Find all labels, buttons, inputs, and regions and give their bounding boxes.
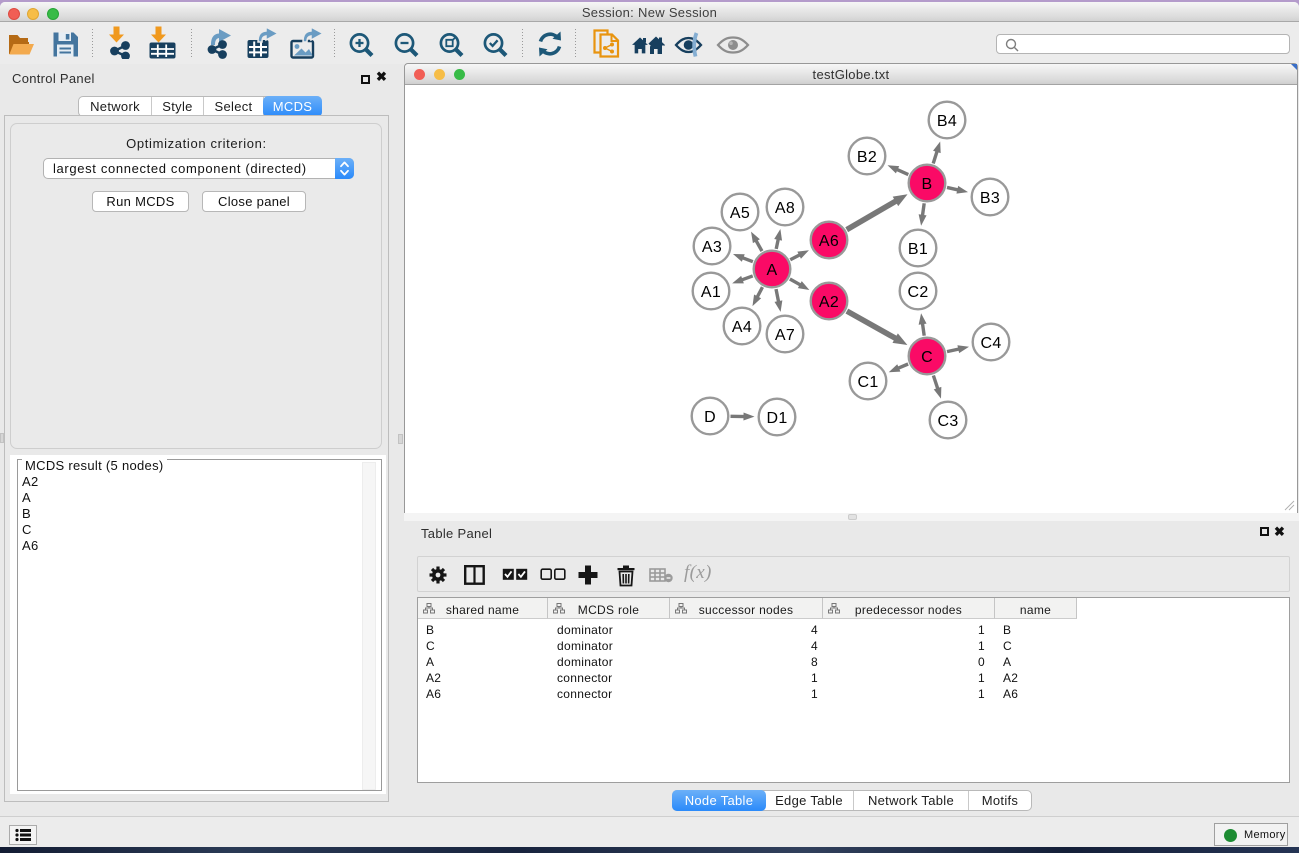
- svg-text:C4: C4: [980, 335, 1001, 352]
- svg-text:B: B: [922, 176, 933, 193]
- svg-text:A5: A5: [730, 205, 750, 222]
- svg-text:A7: A7: [775, 327, 795, 344]
- svg-text:A8: A8: [775, 200, 795, 217]
- svg-text:B3: B3: [980, 190, 1000, 207]
- svg-text:A6: A6: [819, 233, 839, 250]
- svg-text:D: D: [704, 409, 716, 426]
- svg-text:A4: A4: [732, 319, 752, 336]
- svg-text:C1: C1: [857, 374, 878, 391]
- svg-text:B4: B4: [937, 113, 957, 130]
- svg-text:A3: A3: [702, 239, 722, 256]
- svg-text:C3: C3: [937, 413, 958, 430]
- svg-text:C: C: [921, 349, 933, 366]
- svg-text:B1: B1: [908, 241, 928, 258]
- svg-text:A1: A1: [701, 284, 721, 301]
- svg-text:B2: B2: [857, 149, 877, 166]
- svg-text:D1: D1: [766, 410, 787, 427]
- svg-text:A: A: [767, 262, 778, 279]
- svg-text:A2: A2: [819, 294, 839, 311]
- svg-text:C2: C2: [907, 284, 928, 301]
